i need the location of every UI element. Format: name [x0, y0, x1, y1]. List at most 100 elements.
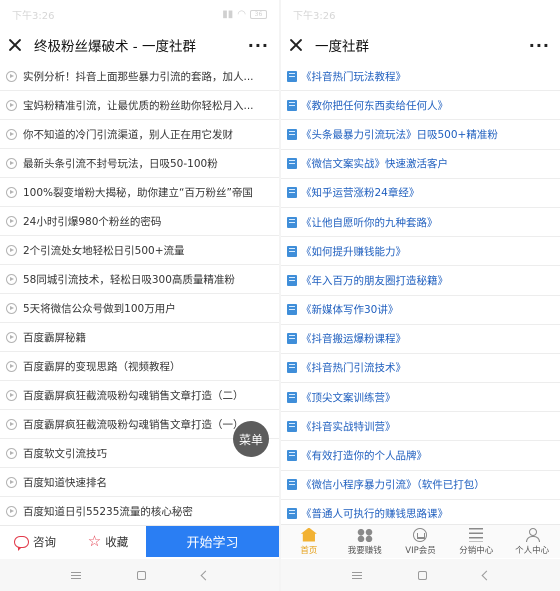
course-link[interactable]: 《年入百万的朋友圈打造秘籍》 [281, 266, 560, 296]
lesson-item[interactable]: 百度霸屏秘籍 [0, 323, 279, 352]
lesson-item[interactable]: 最新头条引流不封号玩法，日吸50-100粉 [0, 149, 279, 178]
tab-label: VIP会员 [405, 545, 436, 556]
course-link[interactable]: 《抖音搬运爆粉课程》 [281, 325, 560, 354]
floating-menu-button[interactable]: 菜单 [233, 421, 269, 457]
lesson-title: 实例分析！抖音上面那些暴力引流的套路，加人... [23, 70, 254, 83]
play-icon [6, 215, 17, 227]
lesson-item[interactable]: 58同城引流技术，轻松日吸300高质量精准粉 [0, 265, 279, 294]
course-title: 《年入百万的朋友圈打造秘籍》 [301, 274, 448, 287]
bottom-action-bar: 咨询 ☆ 收藏 开始学习 [0, 525, 279, 557]
list-icon [469, 527, 484, 542]
course-title: 《抖音热门引流技术》 [301, 362, 406, 375]
lesson-item[interactable]: 你不知道的冷门引流渠道，别人正在用它发财 [0, 120, 279, 149]
play-icon [6, 273, 17, 285]
course-link[interactable]: 《抖音热门玩法教程》 [281, 62, 560, 92]
tab-home[interactable]: 首页 [281, 525, 337, 558]
play-icon [6, 360, 17, 372]
play-icon [6, 302, 17, 314]
course-title: 《普通人可执行的赚钱思路课》 [301, 508, 448, 521]
home-square-icon[interactable] [417, 570, 427, 580]
back-icon[interactable] [481, 570, 491, 580]
lesson-title: 2个引流处女地轻松日引500+流量 [23, 244, 185, 257]
tab-profile[interactable]: 个人中心 [504, 525, 560, 558]
course-title: 《抖音搬运爆粉课程》 [301, 333, 406, 346]
lesson-item[interactable]: 百度知道快速排名 [0, 468, 279, 497]
course-link[interactable]: 《微信文案实战》快速激活客户 [281, 150, 560, 179]
course-title: 《新媒体写作30讲》 [301, 304, 399, 317]
title-bar: 一度社群 ··· [281, 28, 560, 62]
course-link[interactable]: 《有效打造你的个人品牌》 [281, 441, 560, 471]
system-nav-bar [281, 559, 560, 591]
lesson-item[interactable]: 100%裂变增粉大揭秘，助你建立“百万粉丝”帝国 [0, 178, 279, 207]
course-link[interactable]: 《如何提升赚钱能力》 [281, 237, 560, 267]
course-link[interactable]: 《微信小程序暴力引流》（软件已打包） [281, 471, 560, 500]
play-icon [6, 99, 17, 111]
favorite-label: 收藏 [105, 534, 129, 549]
consult-button[interactable]: 咨询 [0, 526, 70, 557]
start-learning-button[interactable]: 开始学习 [146, 526, 279, 557]
book-icon [287, 274, 297, 286]
title-bar: 终极粉丝爆破术 - 一度社群 ··· [0, 28, 279, 62]
course-title: 《微信文案实战》快速激活客户 [301, 158, 448, 171]
lesson-title: 宝妈粉精准引流，让最优质的粉丝助你轻松月入... [23, 99, 254, 112]
status-time: 下午3:26 [293, 10, 336, 22]
home-square-icon[interactable] [136, 570, 146, 580]
course-link[interactable]: 《顶尖文案训练营》 [281, 383, 560, 413]
course-title: 《顶尖文案训练营》 [301, 391, 396, 404]
battery-icon: 36 [250, 9, 267, 19]
close-icon[interactable] [8, 38, 22, 52]
tab-distribution[interactable]: 分销中心 [448, 525, 504, 558]
lesson-item[interactable]: 2个引流处女地轻松日引500+流量 [0, 236, 279, 265]
course-title: 《知乎运营涨粉24章经》 [301, 187, 420, 200]
course-link[interactable]: 《抖音实战特训营》 [281, 412, 560, 442]
tab-label: 我要赚钱 [347, 545, 382, 556]
course-title: 《抖音实战特训营》 [301, 420, 396, 433]
play-icon [6, 157, 17, 169]
lesson-item[interactable]: 24小时引爆980个粉丝的密码 [0, 207, 279, 236]
play-icon [6, 186, 17, 198]
status-icons: ▮▮ ◠ 36 [222, 9, 267, 20]
tab-vip[interactable]: VIP会员 [393, 525, 449, 558]
course-title: 《微信小程序暴力引流》（软件已打包） [301, 479, 485, 492]
course-title: 《教你把任何东西卖给任何人》 [301, 99, 448, 112]
more-options-button[interactable]: ··· [529, 36, 550, 55]
lesson-item[interactable]: 百度霸屏的变现思路（视频教程） [0, 352, 279, 381]
lesson-list: 实例分析！抖音上面那些暴力引流的套路，加人... 宝妈粉精准引流，让最优质的粉丝… [0, 62, 279, 591]
book-icon [287, 158, 297, 170]
system-nav-bar [0, 559, 279, 591]
lesson-item[interactable]: 实例分析！抖音上面那些暴力引流的套路，加人... [0, 62, 279, 91]
menu-icon[interactable] [351, 571, 362, 579]
lesson-item[interactable]: 5天将微信公众号做到100万用户 [0, 294, 279, 323]
play-icon [6, 244, 17, 256]
play-icon [6, 476, 17, 488]
course-link[interactable]: 《教你把任何东西卖给任何人》 [281, 91, 560, 121]
book-icon [287, 216, 297, 228]
course-link[interactable]: 《抖音热门引流技术》 [281, 354, 560, 384]
course-link[interactable]: 《知乎运营涨粉24章经》 [281, 179, 560, 208]
more-options-button[interactable]: ··· [248, 36, 269, 55]
chat-icon [14, 535, 29, 551]
course-link[interactable]: 《头条最暴力引流玩法》日吸500+精准粉 [281, 120, 560, 150]
vip-icon [413, 527, 428, 542]
lesson-title: 58同城引流技术，轻松日吸300高质量精准粉 [23, 273, 235, 286]
course-link[interactable]: 《让他自愿听你的九种套路》 [281, 208, 560, 238]
course-title: 《让他自愿听你的九种套路》 [301, 216, 438, 229]
menu-icon[interactable] [70, 571, 81, 579]
lesson-item[interactable]: 百度知道日引55235流量的核心秘密 [0, 497, 279, 526]
tab-earn[interactable]: 我要赚钱 [337, 525, 393, 558]
close-icon[interactable] [289, 38, 303, 52]
lesson-title: 百度霸屏秘籍 [23, 331, 86, 344]
lesson-title: 百度霸屏疯狂截流吸粉勾魂销售文章打造（一） [23, 418, 244, 431]
tab-label: 分销中心 [459, 545, 494, 556]
user-icon [525, 527, 541, 542]
course-link[interactable]: 《新媒体写作30讲》 [281, 296, 560, 325]
back-icon[interactable] [200, 570, 210, 580]
play-icon [6, 128, 17, 140]
lesson-item[interactable]: 宝妈粉精准引流，让最优质的粉丝助你轻松月入... [0, 91, 279, 120]
lesson-title: 百度霸屏的变现思路（视频教程） [23, 360, 181, 373]
favorite-button[interactable]: ☆ 收藏 [70, 526, 146, 557]
tab-label: 个人中心 [515, 545, 550, 556]
lesson-item[interactable]: 百度霸屏疯狂截流吸粉勾魂销售文章打造（二） [0, 381, 279, 410]
lesson-title: 百度霸屏疯狂截流吸粉勾魂销售文章打造（二） [23, 389, 244, 402]
page-title: 终极粉丝爆破术 - 一度社群 [34, 39, 196, 55]
